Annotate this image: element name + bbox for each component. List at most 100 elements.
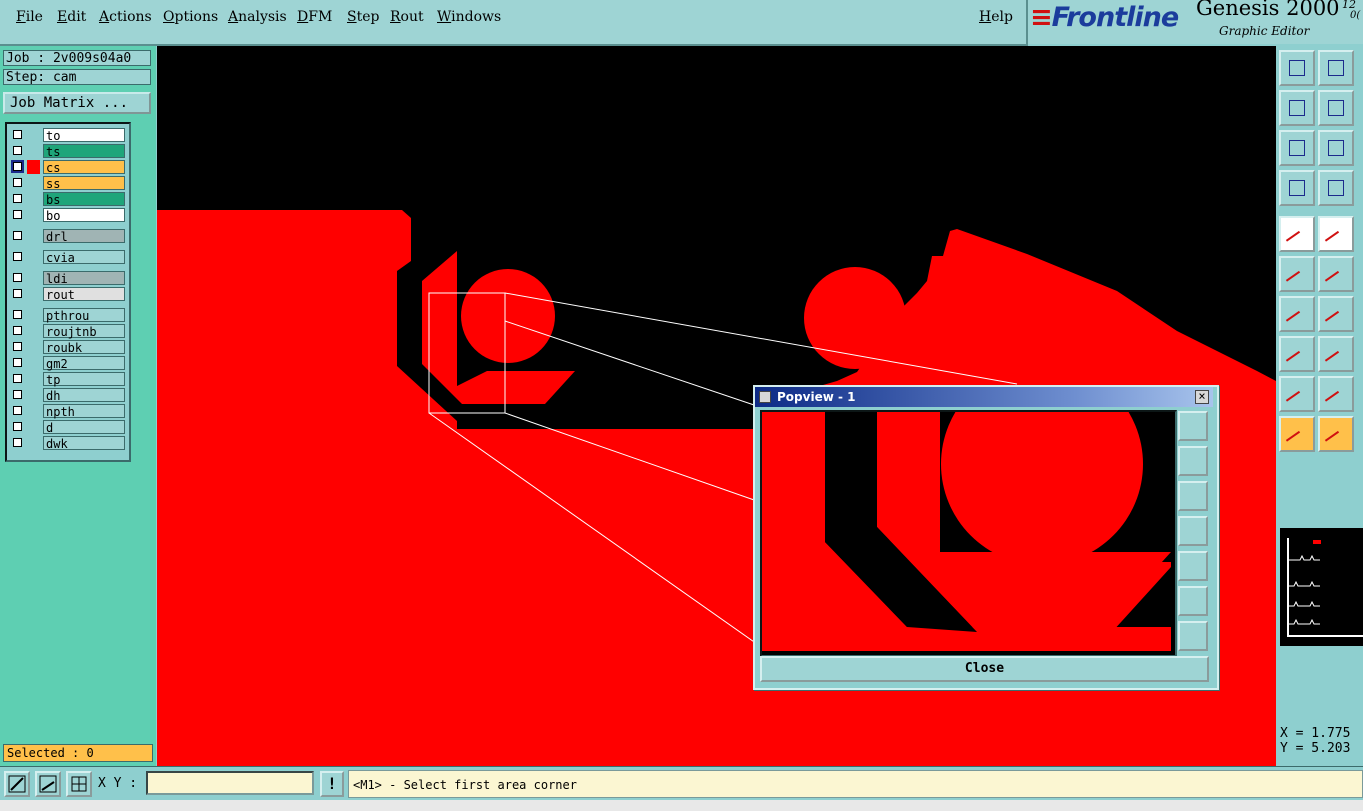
- layer-row-ts[interactable]: ts: [10, 144, 127, 159]
- layer-name[interactable]: dh: [43, 388, 125, 403]
- cross-icon[interactable]: [1318, 256, 1354, 294]
- layer-name[interactable]: tp: [43, 372, 125, 387]
- menu-dfm[interactable]: DFM: [297, 9, 332, 25]
- layer-name[interactable]: bs: [43, 192, 125, 207]
- pad-icon[interactable]: [1279, 216, 1315, 254]
- triangle-icon[interactable]: [1279, 376, 1315, 414]
- layer-name[interactable]: cs: [43, 160, 125, 175]
- layer-checkbox[interactable]: [13, 210, 22, 219]
- triangle-layer-icon[interactable]: [1318, 376, 1354, 414]
- popview-zoom-icon[interactable]: [1178, 411, 1208, 441]
- layer-checkbox[interactable]: [13, 390, 22, 399]
- arrow-select-box-icon[interactable]: [1318, 416, 1354, 454]
- arrow-select-icon[interactable]: [1279, 416, 1315, 454]
- menu-help[interactable]: Help: [979, 9, 1013, 25]
- zoom-fit-icon[interactable]: [1279, 130, 1315, 166]
- close-icon[interactable]: ×: [1195, 390, 1209, 404]
- layer-row-ss[interactable]: ss: [10, 176, 127, 191]
- alert-icon[interactable]: !: [320, 771, 344, 797]
- layer-row-pthrou[interactable]: pthrou: [10, 308, 127, 323]
- xy-input[interactable]: [146, 771, 314, 795]
- layer-checkbox[interactable]: [13, 326, 22, 335]
- layer-name[interactable]: cvia: [43, 250, 125, 265]
- grid-icon[interactable]: [66, 771, 92, 797]
- menu-file[interactable]: File: [16, 9, 43, 25]
- layer-checkbox[interactable]: [13, 374, 22, 383]
- layer-row-dh[interactable]: dh: [10, 388, 127, 403]
- layer-row-d[interactable]: d: [10, 420, 127, 435]
- snap-icon[interactable]: [1279, 256, 1315, 294]
- snap-icon[interactable]: [4, 771, 30, 797]
- pan-left-icon[interactable]: [1279, 90, 1315, 126]
- layer-checkbox[interactable]: [13, 146, 22, 155]
- layer-checkbox[interactable]: [13, 289, 22, 298]
- layer-checkbox[interactable]: [13, 231, 22, 240]
- layer-name[interactable]: pthrou: [43, 308, 125, 323]
- tools-icon[interactable]: [1279, 170, 1315, 206]
- layer-checkbox[interactable]: [11, 160, 24, 173]
- layer-checkbox[interactable]: [13, 194, 22, 203]
- layer-row-roujtnb[interactable]: roujtnb: [10, 324, 127, 339]
- pan-up-icon[interactable]: [1279, 50, 1315, 86]
- line-weight-icon[interactable]: [1318, 336, 1354, 374]
- layer-checkbox[interactable]: [13, 178, 22, 187]
- layer-checkbox[interactable]: [13, 252, 22, 261]
- layer-checkbox[interactable]: [13, 406, 22, 415]
- layer-name[interactable]: ss: [43, 176, 125, 191]
- measure-icon[interactable]: [1318, 170, 1354, 206]
- layer-row-npth[interactable]: npth: [10, 404, 127, 419]
- layer-row-cs[interactable]: cs: [10, 160, 127, 175]
- layer-name[interactable]: dwk: [43, 436, 125, 451]
- window-menu-icon[interactable]: [759, 391, 771, 403]
- popview-left-icon[interactable]: [1178, 516, 1208, 546]
- popview-close-button[interactable]: Close: [760, 656, 1209, 682]
- popview-canvas[interactable]: [760, 410, 1177, 657]
- draw-line-icon[interactable]: [1318, 296, 1354, 334]
- popview-center-icon[interactable]: [1178, 621, 1208, 651]
- layer-checkbox[interactable]: [13, 358, 22, 367]
- layer-name[interactable]: rout: [43, 287, 125, 302]
- popview-right-icon[interactable]: [1178, 551, 1208, 581]
- layer-row-roubk[interactable]: roubk: [10, 340, 127, 355]
- layer-checkbox[interactable]: [13, 342, 22, 351]
- menu-options[interactable]: Options: [163, 9, 218, 25]
- layer-checkbox[interactable]: [13, 438, 22, 447]
- layer-name[interactable]: d: [43, 420, 125, 435]
- layer-name[interactable]: npth: [43, 404, 125, 419]
- popview-titlebar[interactable]: Popview - 1 ×: [755, 387, 1213, 407]
- menu-actions[interactable]: Actions: [99, 9, 152, 25]
- layer-row-to[interactable]: to: [10, 128, 127, 143]
- layer-checkbox[interactable]: [13, 273, 22, 282]
- menu-analysis[interactable]: Analysis: [228, 9, 287, 25]
- layer-row-rout[interactable]: rout: [10, 287, 127, 302]
- layer-name[interactable]: drl: [43, 229, 125, 244]
- menu-edit[interactable]: Edit: [57, 9, 86, 25]
- layer-row-tp[interactable]: tp: [10, 372, 127, 387]
- layer-name[interactable]: roujtnb: [43, 324, 125, 339]
- layer-checkbox[interactable]: [13, 130, 22, 139]
- layer-row-bo[interactable]: bo: [10, 208, 127, 223]
- layer-row-gm2[interactable]: gm2: [10, 356, 127, 371]
- measure-tool-icon[interactable]: [35, 771, 61, 797]
- popview-fit-icon[interactable]: [1178, 586, 1208, 616]
- layer-row-cvia[interactable]: cvia: [10, 250, 127, 265]
- minimap[interactable]: [1280, 528, 1363, 646]
- zoom-home-icon[interactable]: [1318, 130, 1354, 166]
- pan-down-icon[interactable]: [1318, 50, 1354, 86]
- draw-icon[interactable]: [1279, 296, 1315, 334]
- pan-right-icon[interactable]: [1318, 90, 1354, 126]
- layer-row-dwk[interactable]: dwk: [10, 436, 127, 451]
- layer-checkbox[interactable]: [13, 310, 22, 319]
- menu-step[interactable]: Step: [347, 9, 379, 25]
- layer-name[interactable]: ts: [43, 144, 125, 159]
- select-icon[interactable]: [1279, 336, 1315, 374]
- layer-row-ldi[interactable]: ldi: [10, 271, 127, 286]
- layer-name[interactable]: roubk: [43, 340, 125, 355]
- layer-name[interactable]: gm2: [43, 356, 125, 371]
- layer-row-bs[interactable]: bs: [10, 192, 127, 207]
- popview-down-icon[interactable]: [1178, 481, 1208, 511]
- menu-windows[interactable]: Windows: [437, 9, 501, 25]
- job-matrix-button[interactable]: Job Matrix ...: [3, 92, 151, 114]
- layer-name[interactable]: to: [43, 128, 125, 143]
- layer-name[interactable]: ldi: [43, 271, 125, 286]
